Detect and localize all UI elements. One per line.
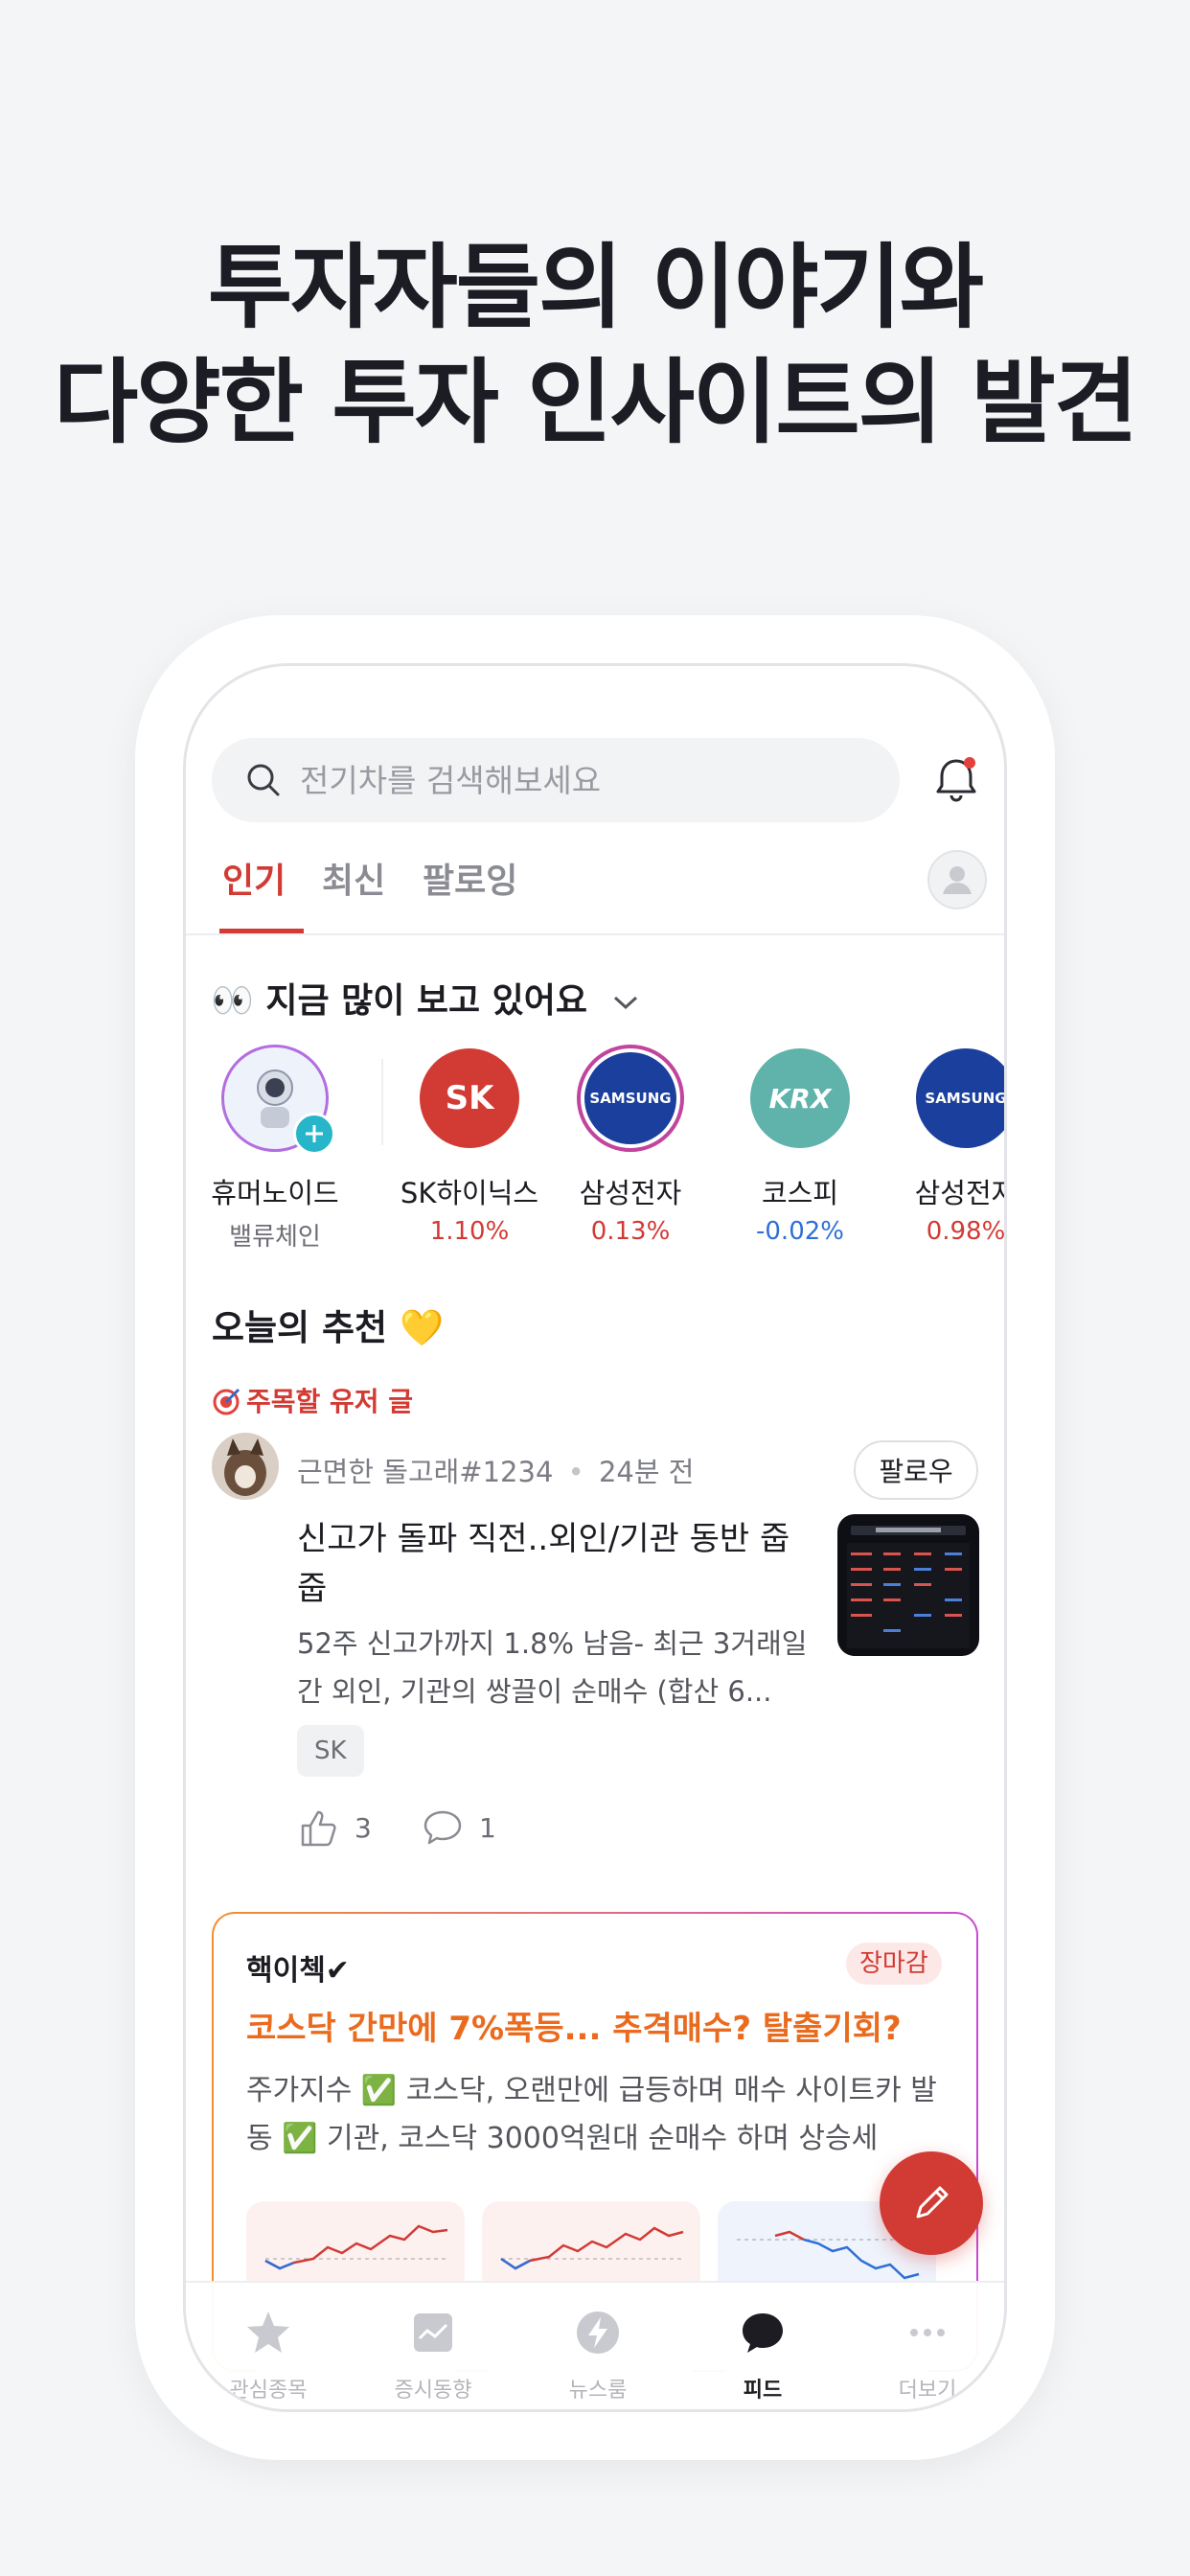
trending-item-name: 삼성전자 xyxy=(914,1177,1007,1209)
krx-logo: KRX xyxy=(750,1048,850,1148)
card-body: 주가지수 ✅ 코스닥, 오랜만에 급등하며 매수 사이트카 발동 ✅ 기관, 코… xyxy=(246,2074,937,2155)
like-button[interactable]: 3 xyxy=(297,1806,372,1849)
trending-item-samsung-2[interactable]: SAMSUNG 삼성전자 0.98% xyxy=(884,1045,1007,1246)
bolt-icon xyxy=(577,2312,619,2354)
chevron-down-icon xyxy=(613,996,637,1010)
profile-avatar[interactable] xyxy=(927,850,987,909)
stock-table-image xyxy=(847,1526,970,1648)
trending-item-samsung[interactable]: SAMSUNG 삼성전자 0.13% xyxy=(549,1045,712,1246)
tab-latest[interactable]: 최신 xyxy=(322,853,385,903)
nav-feed[interactable]: 피드 xyxy=(680,2308,845,2404)
plus-icon[interactable] xyxy=(293,1113,335,1155)
bell-icon[interactable] xyxy=(929,753,983,807)
comment-count: 1 xyxy=(479,1811,496,1844)
post-stock-chip[interactable]: SK xyxy=(297,1725,364,1777)
recommend-title: 오늘의 추천 💛 xyxy=(212,1307,445,1348)
comment-icon xyxy=(423,1810,462,1845)
post-body[interactable]: 52주 신고가까지 1.8% 남음- 최근 3거래일 간 외인, 기관의 쌍끌이… xyxy=(297,1620,814,1715)
humanoid-robot-icon xyxy=(221,1045,335,1155)
nav-label: 피드 xyxy=(743,2379,783,2403)
trending-item-sk-hynix[interactable]: SK SK하이닉스 1.10% xyxy=(388,1045,551,1246)
headline-line-2: 다양한 투자 인사이트의 발견 xyxy=(53,349,1138,456)
write-post-button[interactable] xyxy=(880,2151,983,2255)
follow-button[interactable]: 팔로우 xyxy=(854,1440,978,1500)
trending-item-sub: 밸류체인 xyxy=(229,1223,321,1252)
post-thumbnail[interactable] xyxy=(837,1514,979,1656)
star-icon xyxy=(247,2312,289,2353)
trending-item-name: 휴머노이드 xyxy=(211,1177,339,1209)
person-icon xyxy=(943,866,972,894)
nav-watchlist[interactable]: 관심종목 xyxy=(186,2308,351,2404)
samsung-logo: SAMSUNG xyxy=(916,1048,1004,1148)
more-icon xyxy=(910,2329,945,2336)
sk-logo: SK xyxy=(420,1048,519,1148)
card-author[interactable]: 핵이첵✔ xyxy=(246,1946,350,1989)
card-title: 코스닥 간만에 7%폭등... 추격매수? 탈출기회? xyxy=(246,2010,902,2048)
post-author-name[interactable]: 근면한 돌고래#1234 xyxy=(297,1456,553,1488)
nav-label: 관심종목 xyxy=(229,2379,308,2403)
trending-divider xyxy=(381,1059,383,1145)
comment-button[interactable]: 1 xyxy=(422,1806,496,1849)
pencil-icon xyxy=(916,2186,949,2219)
nav-market[interactable]: 증시동향 xyxy=(351,2308,515,2404)
trending-item-name: SK하이닉스 xyxy=(400,1177,539,1209)
post-meta: 근면한 돌고래#1234 • 24분 전 xyxy=(297,1456,695,1488)
chat-bubble-icon xyxy=(743,2313,783,2353)
tab-divider xyxy=(186,933,1004,935)
post-title[interactable]: 신고가 돌파 직전..외인/기관 동반 줍줍 xyxy=(297,1514,795,1614)
trending-item-name: 삼성전자 xyxy=(579,1177,682,1209)
post-author-avatar[interactable] xyxy=(212,1433,279,1500)
nav-newsroom[interactable]: 뉴스룸 xyxy=(515,2308,680,2404)
headline-line-1: 투자자들의 이야기와 xyxy=(207,234,984,341)
samsung-logo: SAMSUNG xyxy=(577,1045,684,1152)
featured-user-tag: 주목할 유저 글 xyxy=(212,1381,413,1419)
samsung-logo-inner: SAMSUNG xyxy=(584,1052,676,1144)
tab-following[interactable]: 팔로잉 xyxy=(423,853,517,903)
promo-headline: 투자자들의 이야기와 다양한 투자 인사이트의 발견 xyxy=(0,230,1190,460)
cat-avatar-icon xyxy=(212,1433,279,1500)
trending-item-name: 코스피 xyxy=(761,1177,839,1209)
trending-item-change: 0.13% xyxy=(590,1217,671,1246)
trending-item-change: 0.98% xyxy=(926,1217,1006,1246)
bottom-navigation: 관심종목 증시동향 뉴스룸 피드 더보기 xyxy=(186,2281,1004,2409)
nav-label: 증시동향 xyxy=(394,2379,472,2403)
like-count: 3 xyxy=(355,1811,372,1844)
post-time: 24분 전 xyxy=(598,1456,695,1488)
nav-label: 뉴스룸 xyxy=(568,2379,628,2403)
search-bar[interactable] xyxy=(212,738,900,822)
trending-item-change: -0.02% xyxy=(756,1217,844,1246)
target-icon xyxy=(213,1388,240,1415)
search-icon xyxy=(247,764,280,796)
market-close-badge: 장마감 xyxy=(846,1943,942,1985)
nav-more[interactable]: 더보기 xyxy=(845,2308,1004,2404)
trending-item-change: 1.10% xyxy=(429,1217,510,1246)
trending-item-kospi[interactable]: KRX 코스피 -0.02% xyxy=(719,1045,881,1246)
chart-icon xyxy=(414,2313,452,2352)
trending-title[interactable]: 👀 지금 많이 보고 있어요 xyxy=(211,973,640,1023)
app-screen: 인기 최신 팔로잉 👀 지금 많이 보고 있어요 휴머노이드 밸류체인 xyxy=(183,663,1007,2412)
thumbs-up-icon xyxy=(301,1810,336,1847)
tab-popular[interactable]: 인기 xyxy=(222,853,286,903)
search-input[interactable] xyxy=(300,755,856,805)
nav-label: 더보기 xyxy=(898,2379,957,2403)
trending-item-humanoid[interactable]: 휴머노이드 밸류체인 xyxy=(194,1045,356,1253)
